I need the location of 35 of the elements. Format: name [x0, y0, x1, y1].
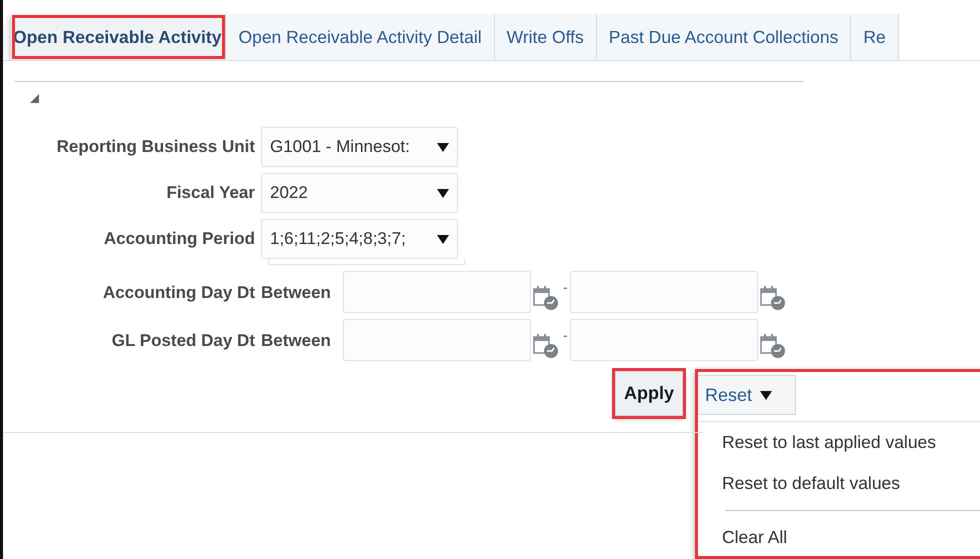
field-label: Reporting Business Unit [56, 137, 256, 157]
date-input-field[interactable] [570, 319, 758, 361]
range-separator: - [563, 327, 568, 343]
dropdown-select[interactable]: G1001 - Minnesot: [261, 127, 458, 167]
collapse-triangle-icon[interactable] [30, 94, 39, 103]
tab[interactable]: Open Receivable Activity [11, 14, 226, 60]
field-label: Accounting Day Dt [102, 283, 256, 303]
tab[interactable]: Past Due Account Collections [596, 14, 852, 60]
dropdown-caret-icon [760, 390, 772, 400]
menu-item[interactable]: Reset to last applied values [698, 422, 980, 463]
dropdown-caret-icon [437, 188, 449, 198]
reset-button[interactable]: Reset [696, 375, 796, 415]
tab[interactable]: Write Offs [494, 14, 597, 60]
calendar-clock-icon[interactable] [760, 333, 786, 359]
apply-button[interactable]: Apply [615, 371, 684, 416]
field-label: Accounting Period [102, 229, 256, 249]
calendar-clock-icon[interactable] [533, 285, 559, 311]
tab[interactable]: Re [851, 14, 899, 60]
dropdown-caret-icon [437, 234, 449, 244]
operator-label: Between [261, 331, 332, 351]
date-input-field[interactable] [343, 319, 531, 361]
dropdown-caret-icon [437, 142, 449, 152]
date-input-field[interactable] [343, 271, 531, 313]
date-input-field[interactable] [570, 271, 758, 313]
calendar-clock-icon[interactable] [533, 333, 559, 359]
menu-item[interactable]: Clear All [698, 517, 980, 558]
dropdown-select[interactable]: 2022 [261, 173, 458, 213]
tab[interactable]: Open Receivable Activity Detail [226, 14, 495, 60]
field-label: GL Posted Day Dt [110, 331, 256, 351]
operator-label: Between [261, 283, 332, 303]
menu-item[interactable]: Reset to default values [698, 463, 980, 504]
dropdown-select[interactable]: 1;6;11;2;5;4;8;3;7; [261, 219, 458, 259]
calendar-clock-icon[interactable] [760, 285, 786, 311]
field-label: Fiscal Year [165, 183, 256, 203]
range-separator: - [563, 279, 568, 295]
